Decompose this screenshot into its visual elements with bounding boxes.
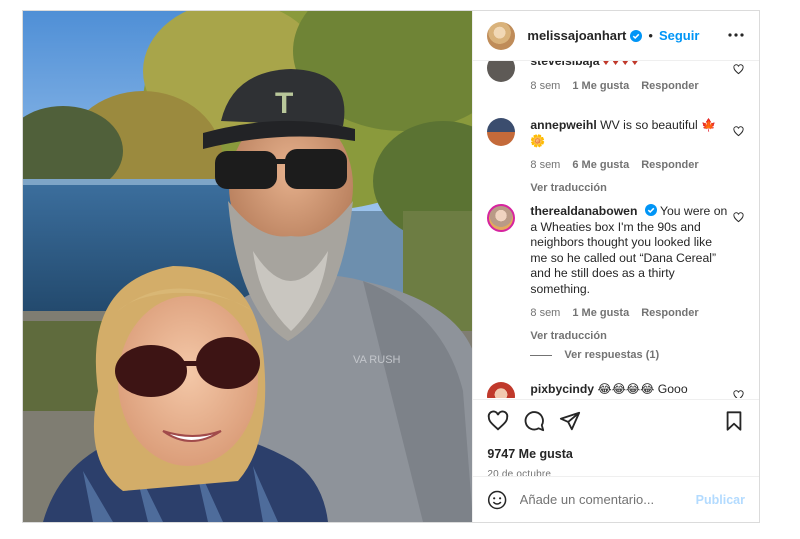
reply-button[interactable]: Responder xyxy=(641,306,698,322)
verified-badge-icon xyxy=(644,204,657,216)
post-photo[interactable]: T VA RUSH xyxy=(23,11,473,522)
more-options-icon[interactable] xyxy=(727,26,745,44)
comment-time: 8 sem xyxy=(530,307,561,319)
comment-item: pixbycindy 😂😂😂😂 Gooo xyxy=(487,382,746,398)
comment-likes[interactable]: 1 Me gusta xyxy=(572,306,629,322)
view-replies-label: Ver respuestas (1) xyxy=(564,349,660,361)
post-header: melissajoanhart • Seguir xyxy=(473,11,759,61)
comment-like-heart-icon[interactable] xyxy=(733,126,744,137)
comment-item: annepweihl WV is so beautiful 🍁🌼 8 sem 6… xyxy=(487,118,746,196)
commenter-avatar[interactable] xyxy=(487,382,516,398)
reply-button[interactable]: Responder xyxy=(641,158,698,174)
comment-item: stevelsibaja ♦ ♦ ♦ ♦ 8 sem 1 Me gusta Re… xyxy=(487,61,746,94)
comment-meta: 8 sem 6 Me gusta Responder xyxy=(530,158,728,174)
see-translation-link[interactable]: Ver traducción xyxy=(530,181,728,197)
post-actions: 9747 Me gusta 20 de octubre xyxy=(473,399,759,480)
comment-username[interactable]: pixbycindy xyxy=(530,382,594,396)
comment-time: 8 sem xyxy=(530,79,561,92)
selfie-photo-illustration: T VA RUSH xyxy=(23,11,473,522)
shirt-logo-text: VA RUSH xyxy=(353,354,401,366)
view-replies-button[interactable]: Ver respuestas (1) xyxy=(530,349,659,361)
comment-meta: 8 sem 1 Me gusta Responder xyxy=(530,79,728,95)
instagram-post-modal: T VA RUSH melissajoanhart • Seguir steve… xyxy=(22,10,760,523)
comment-icon[interactable] xyxy=(523,410,545,432)
comment-meta: 8 sem 1 Me gusta Responder xyxy=(530,306,728,322)
add-comment-bar: Publicar xyxy=(473,476,759,522)
comment-likes[interactable]: 1 Me gusta xyxy=(572,79,629,95)
action-icons-row xyxy=(473,400,759,442)
comment-like-heart-icon[interactable] xyxy=(733,64,744,75)
author-avatar[interactable] xyxy=(487,21,516,50)
verified-badge-icon xyxy=(630,29,643,42)
post-side-panel: melissajoanhart • Seguir stevelsibaja ♦ … xyxy=(472,11,759,522)
comment-input[interactable] xyxy=(519,492,696,507)
publish-button[interactable]: Publicar xyxy=(696,493,745,507)
share-icon[interactable] xyxy=(559,410,581,432)
replies-divider xyxy=(530,354,553,356)
comment-username[interactable]: therealdanabowen xyxy=(530,204,637,218)
comment-like-heart-icon[interactable] xyxy=(733,390,744,398)
cap-logo: T xyxy=(275,87,293,120)
see-translation-link[interactable]: Ver traducción xyxy=(530,329,728,345)
heart-icon[interactable] xyxy=(487,410,509,432)
comment-time: 8 sem xyxy=(530,159,561,171)
emoji-icon[interactable] xyxy=(487,489,507,511)
header-separator: • xyxy=(648,28,653,43)
comment-username[interactable]: stevelsibaja xyxy=(530,61,599,68)
comment-likes[interactable]: 6 Me gusta xyxy=(572,158,629,174)
bookmark-icon[interactable] xyxy=(723,410,745,432)
commenter-avatar[interactable] xyxy=(487,118,516,146)
author-username[interactable]: melissajoanhart xyxy=(527,28,626,43)
reply-button[interactable]: Responder xyxy=(641,79,698,95)
comment-item: therealdanabowen You were on a Wheaties … xyxy=(487,204,746,344)
follow-button[interactable]: Seguir xyxy=(659,28,699,43)
comment-text: ♦ ♦ ♦ ♦ xyxy=(602,61,638,68)
comment-username[interactable]: annepweihl xyxy=(530,118,596,132)
comments-list[interactable]: stevelsibaja ♦ ♦ ♦ ♦ 8 sem 1 Me gusta Re… xyxy=(473,61,759,398)
comment-text: 😂😂😂😂 Gooo xyxy=(597,382,688,396)
commenter-avatar[interactable] xyxy=(487,61,516,82)
likes-count[interactable]: 9747 Me gusta xyxy=(473,447,759,461)
comment-like-heart-icon[interactable] xyxy=(733,212,744,223)
commenter-avatar-story-ring[interactable] xyxy=(487,204,516,232)
